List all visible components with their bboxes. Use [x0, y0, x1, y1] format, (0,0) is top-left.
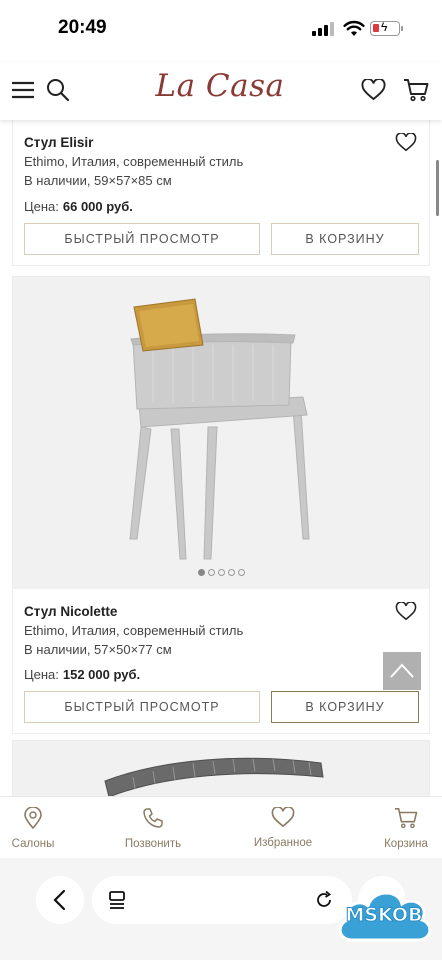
price-value: 152 000 руб.: [62, 667, 141, 682]
cellular-signal-icon: [312, 22, 334, 36]
nav-label: Корзина: [384, 838, 428, 850]
nav-item-salons[interactable]: Салоны: [0, 806, 83, 850]
carousel-dot[interactable]: [238, 569, 245, 576]
phone-icon: [143, 808, 163, 828]
cart-icon: [395, 808, 418, 829]
carousel-dot[interactable]: [198, 569, 205, 576]
add-to-cart-button[interactable]: В КОРЗИНУ: [271, 691, 419, 723]
product-photo[interactable]: [13, 741, 429, 796]
nav-item-favorites[interactable]: Избранное: [233, 806, 333, 849]
carousel-dot[interactable]: [218, 569, 225, 576]
product-photo[interactable]: [13, 277, 429, 589]
product-name[interactable]: Стул Elisir: [24, 135, 93, 150]
status-bar: 20:49 ϟ: [0, 0, 442, 62]
cart-icon[interactable]: [403, 78, 429, 102]
product-price: Цена: 152 000 руб.: [24, 667, 140, 682]
hamburger-menu-icon[interactable]: [12, 80, 34, 100]
product-availability-line: В наличии, 59×57×85 см: [24, 173, 172, 188]
add-to-favorites-heart-icon[interactable]: [395, 602, 417, 621]
product-brand-line: Ethimo, Италия, современный стиль: [24, 623, 244, 638]
scrollbar[interactable]: [436, 160, 439, 216]
favorites-heart-icon[interactable]: [361, 79, 386, 101]
nav-label: Избранное: [253, 837, 313, 849]
nav-label: Салоны: [11, 838, 55, 850]
wifi-icon: [343, 20, 365, 36]
chevron-left-icon: [53, 889, 66, 911]
battery-icon: ϟ: [370, 20, 400, 36]
scroll-to-top-button[interactable]: [383, 652, 421, 690]
reload-icon[interactable]: [314, 890, 334, 910]
heart-icon: [271, 806, 295, 828]
product-list[interactable]: Стул Elisir Ethimo, Италия, современный …: [0, 120, 442, 796]
quick-view-button[interactable]: БЫСТРЫЙ ПРОСМОТР: [24, 223, 260, 255]
browser-back-button[interactable]: [36, 876, 84, 924]
carousel-dot[interactable]: [228, 569, 235, 576]
product-brand-line: Ethimo, Италия, современный стиль: [24, 154, 244, 169]
product-card: [12, 740, 430, 796]
product-card: Стул Elisir Ethimo, Италия, современный …: [12, 120, 430, 266]
product-card: Стул Nicolette Ethimo, Италия, современн…: [12, 276, 430, 734]
price-value: 66 000 руб.: [62, 199, 133, 214]
location-pin-icon: [24, 806, 42, 830]
quick-view-button[interactable]: БЫСТРЫЙ ПРОСМОТР: [24, 691, 260, 723]
search-icon[interactable]: [46, 78, 70, 102]
product-availability-line: В наличии, 57×50×77 см: [24, 642, 172, 657]
browser-address-pill[interactable]: [92, 876, 352, 924]
nav-item-cart[interactable]: Корзина: [356, 807, 442, 850]
brand-logo[interactable]: La Casa: [150, 68, 290, 104]
status-time: 20:49: [58, 17, 107, 38]
nav-label: Позвонить: [124, 838, 182, 850]
add-to-cart-button[interactable]: В КОРЗИНУ: [271, 223, 419, 255]
nav-item-call[interactable]: Позвонить: [103, 807, 203, 850]
price-label: Цена:: [24, 199, 59, 214]
product-price: Цена: 66 000 руб.: [24, 199, 133, 214]
product-name[interactable]: Стул Nicolette: [24, 604, 117, 619]
tabs-icon[interactable]: [108, 890, 126, 910]
add-to-favorites-heart-icon[interactable]: [395, 133, 417, 152]
chevron-up-icon: [390, 663, 414, 678]
battery-tip: [401, 26, 403, 31]
photo-carousel-indicator[interactable]: [198, 569, 245, 576]
watermark-badge: MSKOB: [332, 880, 436, 952]
carousel-dot[interactable]: [208, 569, 215, 576]
bottom-navigation: Салоны Позвонить Избранное Корзина: [0, 796, 442, 858]
app-header: La Casa: [0, 62, 442, 120]
watermark-text: MSKOB: [345, 904, 423, 927]
chair-rope-image: [104, 757, 324, 796]
chair-nicolette-image: [129, 298, 310, 560]
price-label: Цена:: [24, 667, 59, 682]
